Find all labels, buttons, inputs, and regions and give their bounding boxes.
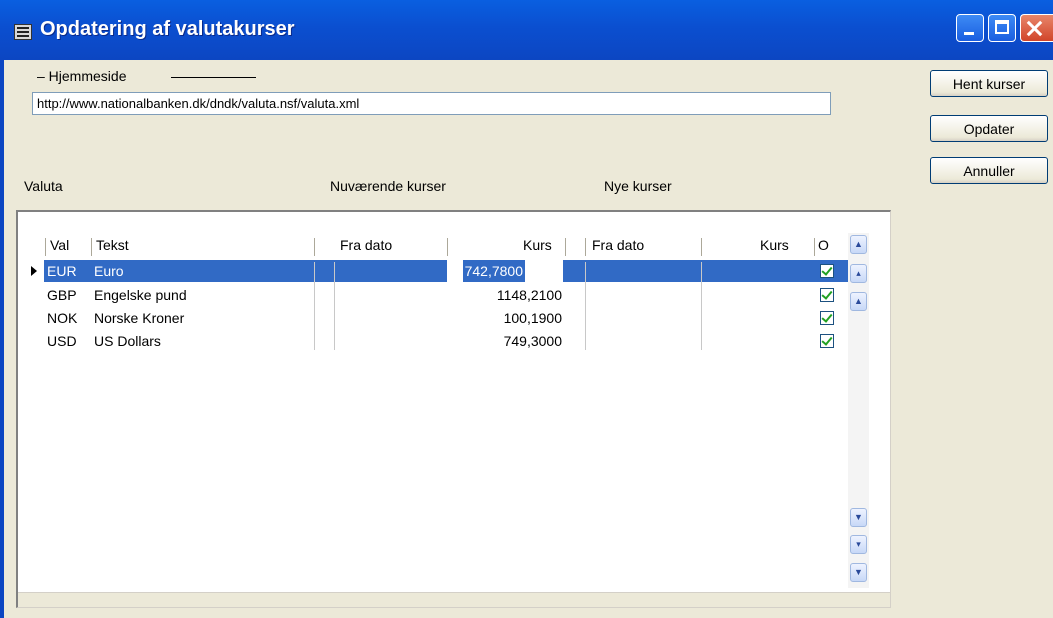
cell-tekst[interactable]: Engelske pund (94, 284, 314, 306)
update-button[interactable]: Opdater (930, 115, 1048, 142)
currency-update-window: Opdatering af valutakurser – Hjemmeside … (0, 0, 1053, 618)
header-separator (565, 238, 566, 256)
table-row[interactable]: GBP Engelske pund 1148,2100 (44, 284, 848, 306)
column-header-kurs-new[interactable]: Kurs (760, 235, 789, 257)
window-frame (0, 60, 4, 618)
header-separator (447, 238, 448, 256)
nav-up-button[interactable]: ▲ (850, 235, 867, 254)
nav-prev-button[interactable]: ▴ (850, 264, 867, 283)
grid-footer (18, 592, 890, 607)
arrow-next-icon: ▾ (856, 539, 861, 549)
column-divider (334, 262, 335, 350)
cell-val[interactable]: USD (47, 330, 91, 352)
maximize-button[interactable] (988, 14, 1016, 42)
kurs-edit-field[interactable]: 742,7800 (447, 260, 563, 282)
form-icon (14, 24, 32, 40)
cell-val[interactable]: NOK (47, 307, 91, 329)
table-row[interactable]: NOK Norske Kroner 100,1900 (44, 307, 848, 329)
header-separator (701, 238, 702, 256)
cell-val[interactable]: GBP (47, 284, 91, 306)
checkbox-o[interactable] (820, 311, 834, 325)
column-divider (314, 262, 315, 350)
group-divider (171, 77, 256, 78)
column-header-o[interactable]: O (818, 235, 829, 257)
table-row[interactable]: EUR Euro (44, 260, 848, 282)
arrow-up-icon: ▲ (854, 239, 863, 249)
column-divider (585, 262, 586, 350)
cell-tekst[interactable]: Norske Kroner (94, 307, 314, 329)
nav-down-button[interactable]: ▼ (850, 563, 867, 582)
cell-kurs[interactable]: 742,7800 (462, 260, 525, 282)
cancel-button[interactable]: Annuller (930, 157, 1048, 184)
title-bar[interactable]: Opdatering af valutakurser (0, 0, 1053, 60)
fetch-rates-button[interactable]: Hent kurser (930, 70, 1048, 97)
current-row-indicator-icon (31, 266, 37, 276)
header-separator (45, 238, 46, 256)
nav-last-button[interactable]: ▼ (850, 508, 867, 527)
column-divider (701, 262, 702, 350)
checkbox-o[interactable] (820, 334, 834, 348)
arrow-last-icon: ▼ (854, 512, 863, 522)
cell-tekst[interactable]: Euro (94, 260, 314, 282)
cell-kurs[interactable]: 749,3000 (424, 330, 564, 352)
checkbox-o[interactable] (820, 264, 834, 278)
nav-first-button[interactable]: ▲ (850, 292, 867, 311)
header-separator (814, 238, 815, 256)
column-header-val[interactable]: Val (50, 235, 69, 257)
column-header-kurs-current[interactable]: Kurs (523, 235, 552, 257)
arrow-down-icon: ▼ (854, 567, 863, 577)
nav-next-button[interactable]: ▾ (850, 535, 867, 554)
header-separator (314, 238, 315, 256)
cell-kurs[interactable]: 1148,2100 (424, 284, 564, 306)
arrow-prev-icon: ▴ (856, 268, 861, 278)
arrow-first-icon: ▲ (854, 296, 863, 306)
header-separator (91, 238, 92, 256)
table-row[interactable]: USD US Dollars 749,3000 (44, 330, 848, 352)
window-title: Opdatering af valutakurser (40, 18, 295, 40)
minimize-button[interactable] (956, 14, 984, 42)
column-header-tekst[interactable]: Tekst (96, 235, 129, 257)
currency-section-label: Valuta (24, 178, 63, 194)
new-rates-label: Nye kurser (604, 178, 672, 194)
current-rates-label: Nuværende kurser (330, 178, 446, 194)
checkbox-o[interactable] (820, 288, 834, 302)
header-separator (585, 238, 586, 256)
column-header-fra-dato-new[interactable]: Fra dato (592, 235, 644, 257)
cell-kurs[interactable]: 100,1900 (424, 307, 564, 329)
cell-val[interactable]: EUR (47, 260, 91, 282)
close-button[interactable] (1020, 14, 1053, 42)
homepage-url-input[interactable] (32, 92, 831, 115)
cell-tekst[interactable]: US Dollars (94, 330, 314, 352)
homepage-group-label: – Hjemmeside (37, 68, 127, 84)
column-header-fra-dato-current[interactable]: Fra dato (340, 235, 392, 257)
